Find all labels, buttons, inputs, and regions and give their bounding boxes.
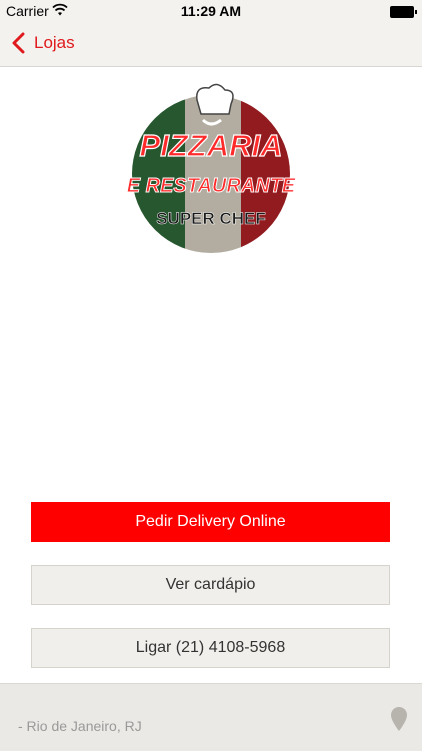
battery-icon [390,6,417,18]
view-menu-button[interactable]: Ver cardápio [31,565,390,605]
store-address: - Rio de Janeiro, RJ [18,718,142,734]
status-time: 11:29 AM [180,3,242,19]
status-bar: Carrier 11:29 AM [0,0,422,22]
restaurant-logo: PIZZARIA E RESTAURANTE SUPER CHEF [126,83,296,255]
map-pin-icon[interactable] [390,706,408,732]
footer-address-bar: - Rio de Janeiro, RJ [0,683,422,751]
chevron-left-icon [12,32,25,54]
call-button[interactable]: Ligar (21) 4108-5968 [31,628,390,668]
back-button[interactable]: Lojas [10,32,75,54]
logo-line-3: SUPER CHEF [156,209,266,228]
navigation-bar: Lojas [0,22,422,67]
logo-line-2: E RESTAURANTE [127,175,296,197]
back-button-label: Lojas [34,33,75,52]
logo-line-1: PIZZARIA [140,128,283,163]
order-delivery-button[interactable]: Pedir Delivery Online [31,502,390,542]
